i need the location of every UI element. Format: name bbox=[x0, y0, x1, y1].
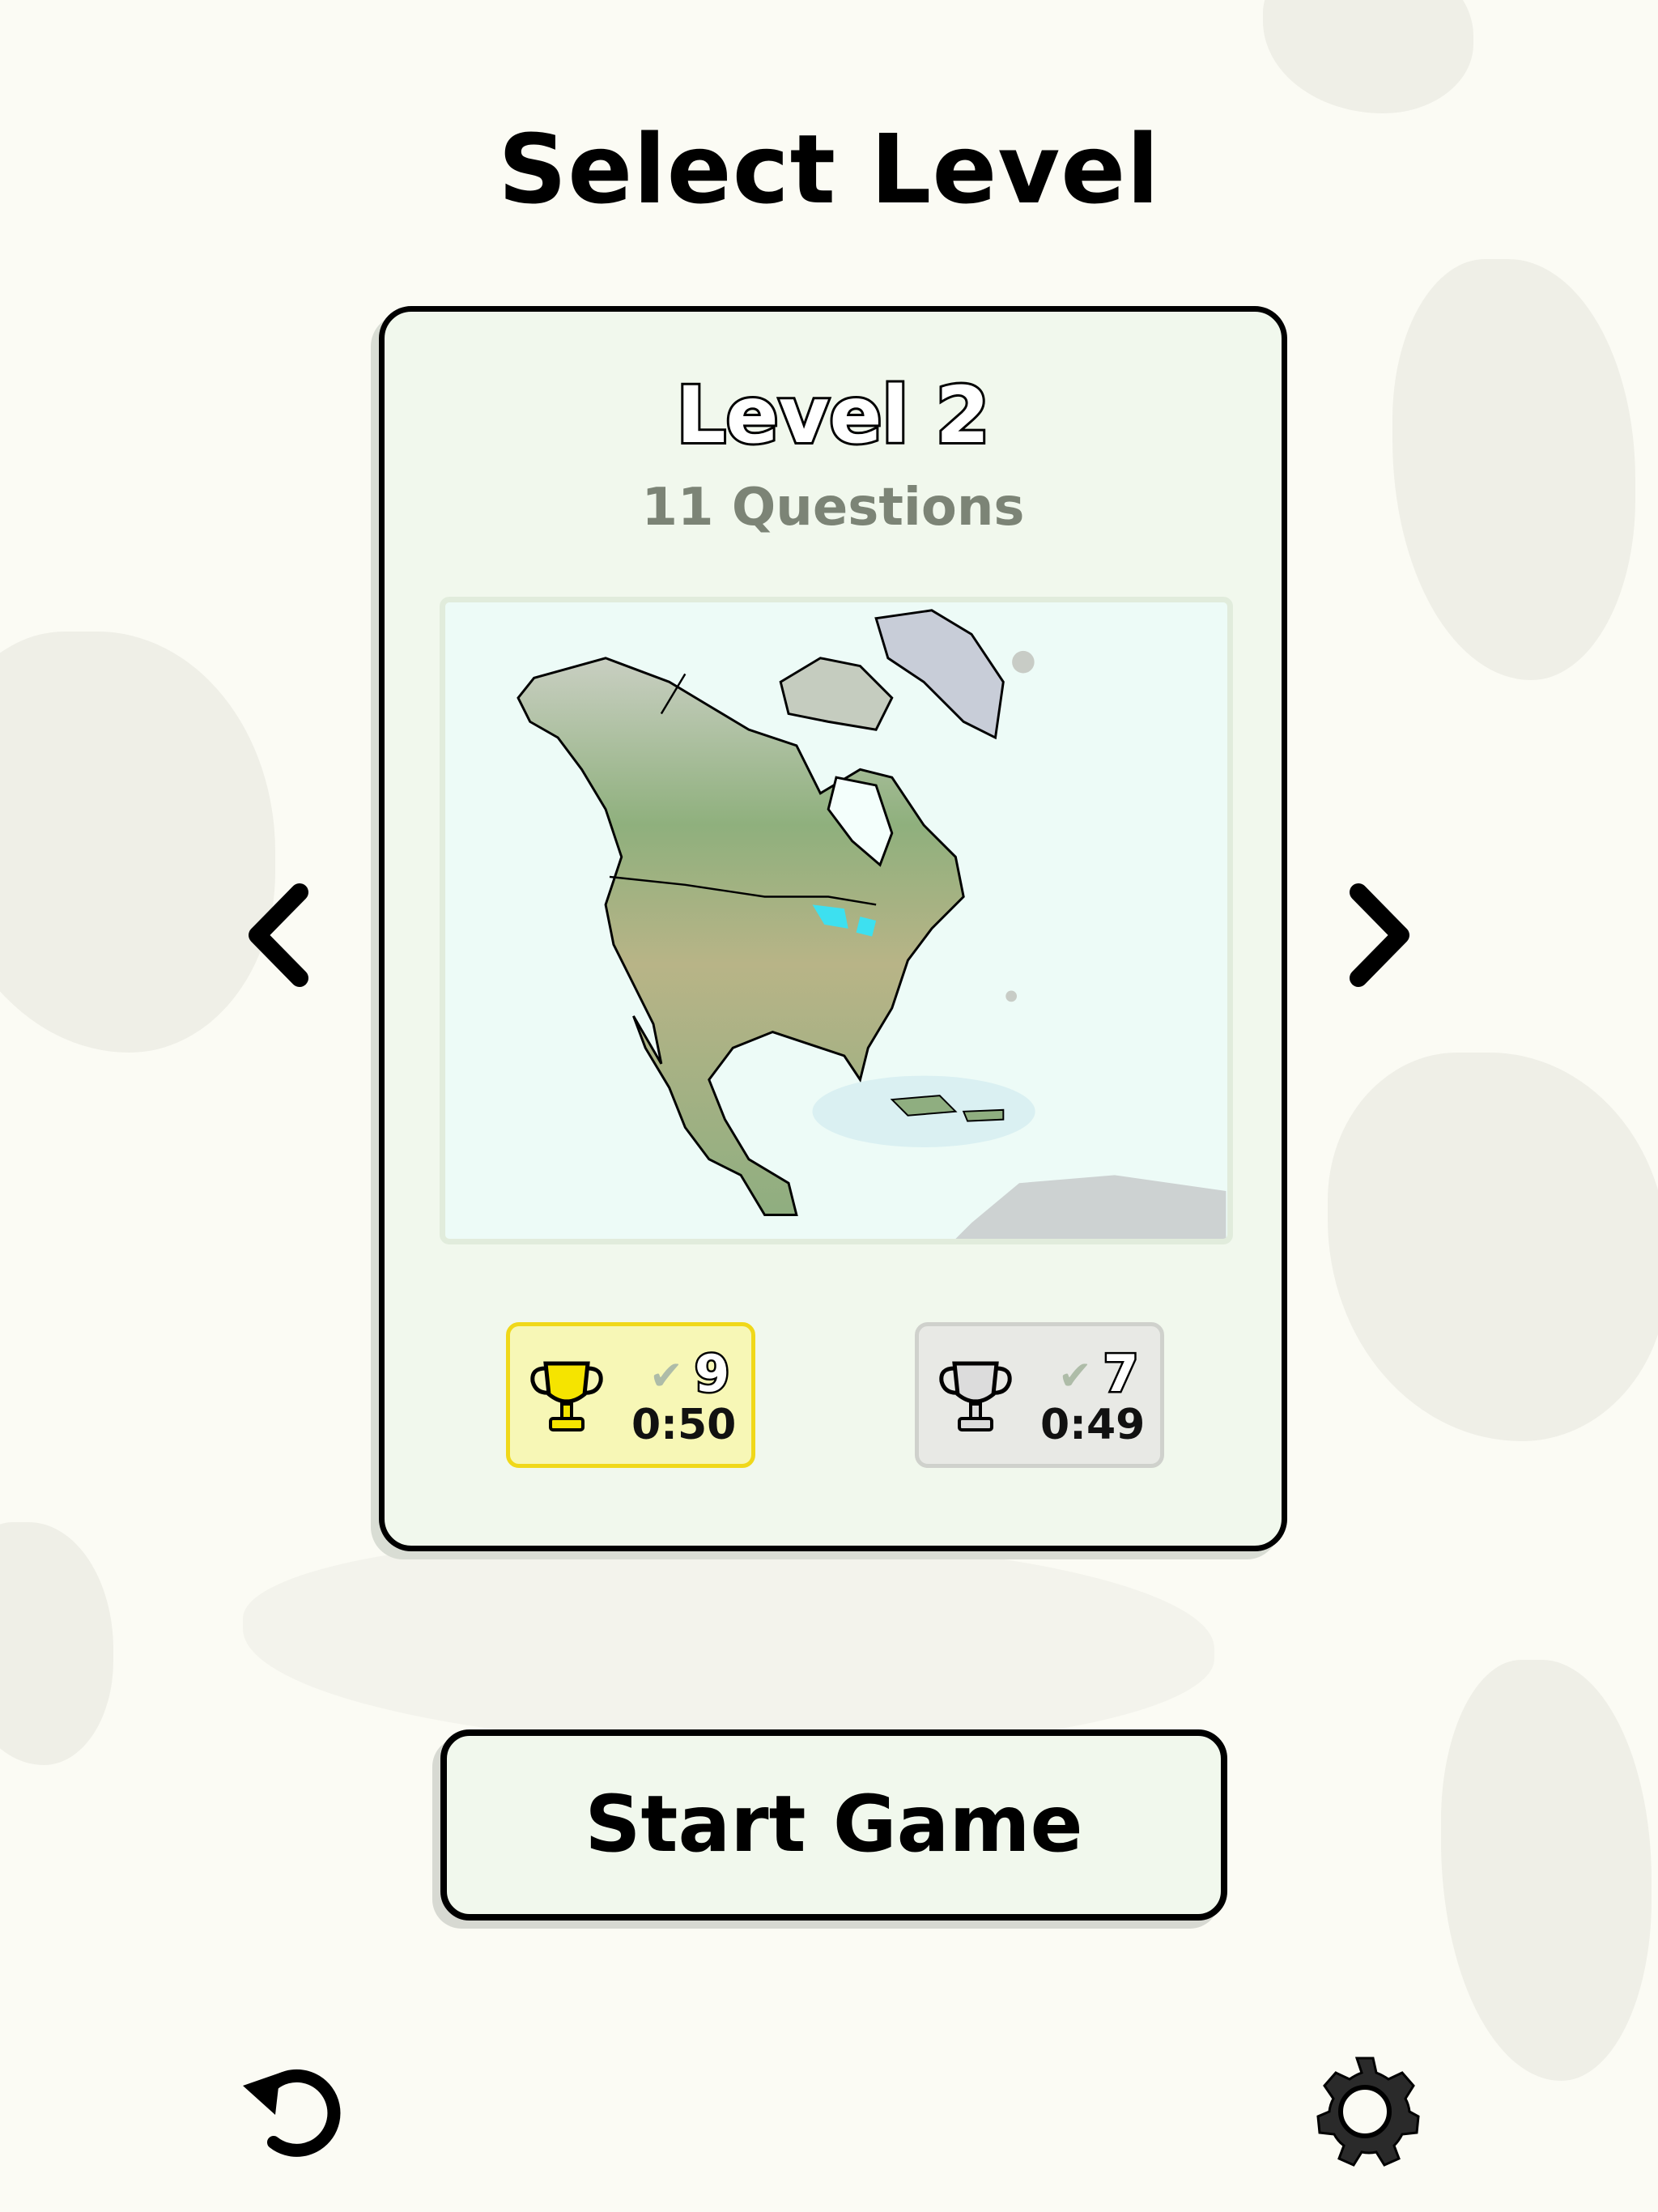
check-icon: ✔ bbox=[649, 1352, 683, 1399]
background-shape bbox=[1441, 1660, 1652, 2081]
background-shape bbox=[243, 1538, 1214, 1749]
chevron-right-icon[interactable] bbox=[1342, 883, 1415, 988]
gear-icon[interactable] bbox=[1308, 2053, 1422, 2167]
trophy-icon bbox=[939, 1361, 1012, 1431]
last-score: 7 bbox=[1101, 1342, 1140, 1406]
start-game-button[interactable]: Start Game bbox=[440, 1729, 1227, 1921]
background-shape bbox=[0, 632, 275, 1053]
background-shape bbox=[1263, 0, 1473, 113]
level-title: Level 2 bbox=[674, 368, 992, 463]
north-america-map bbox=[517, 609, 1226, 1239]
level-map bbox=[440, 597, 1233, 1244]
check-icon: ✔ bbox=[1058, 1352, 1092, 1399]
question-count: 11 Questions bbox=[641, 478, 1025, 538]
trophy-icon bbox=[530, 1361, 603, 1431]
gold-record-badge: ✔ 9 0:50 bbox=[506, 1322, 755, 1468]
background-shape bbox=[0, 1522, 113, 1765]
last-time: 0:49 bbox=[1040, 1401, 1146, 1449]
undo-icon[interactable] bbox=[232, 2053, 345, 2167]
background-shape bbox=[1328, 1053, 1658, 1441]
best-score: 9 bbox=[692, 1342, 731, 1406]
level-card[interactable]: Level 2 11 Questions ✔ 9 0:50 ✔ 7 0:49 bbox=[379, 306, 1287, 1551]
page-title: Select Level bbox=[498, 113, 1160, 225]
silver-record-badge: ✔ 7 0:49 bbox=[915, 1322, 1164, 1468]
background-shape bbox=[1392, 259, 1635, 680]
chevron-left-icon[interactable] bbox=[243, 883, 316, 988]
best-time: 0:50 bbox=[631, 1401, 737, 1449]
